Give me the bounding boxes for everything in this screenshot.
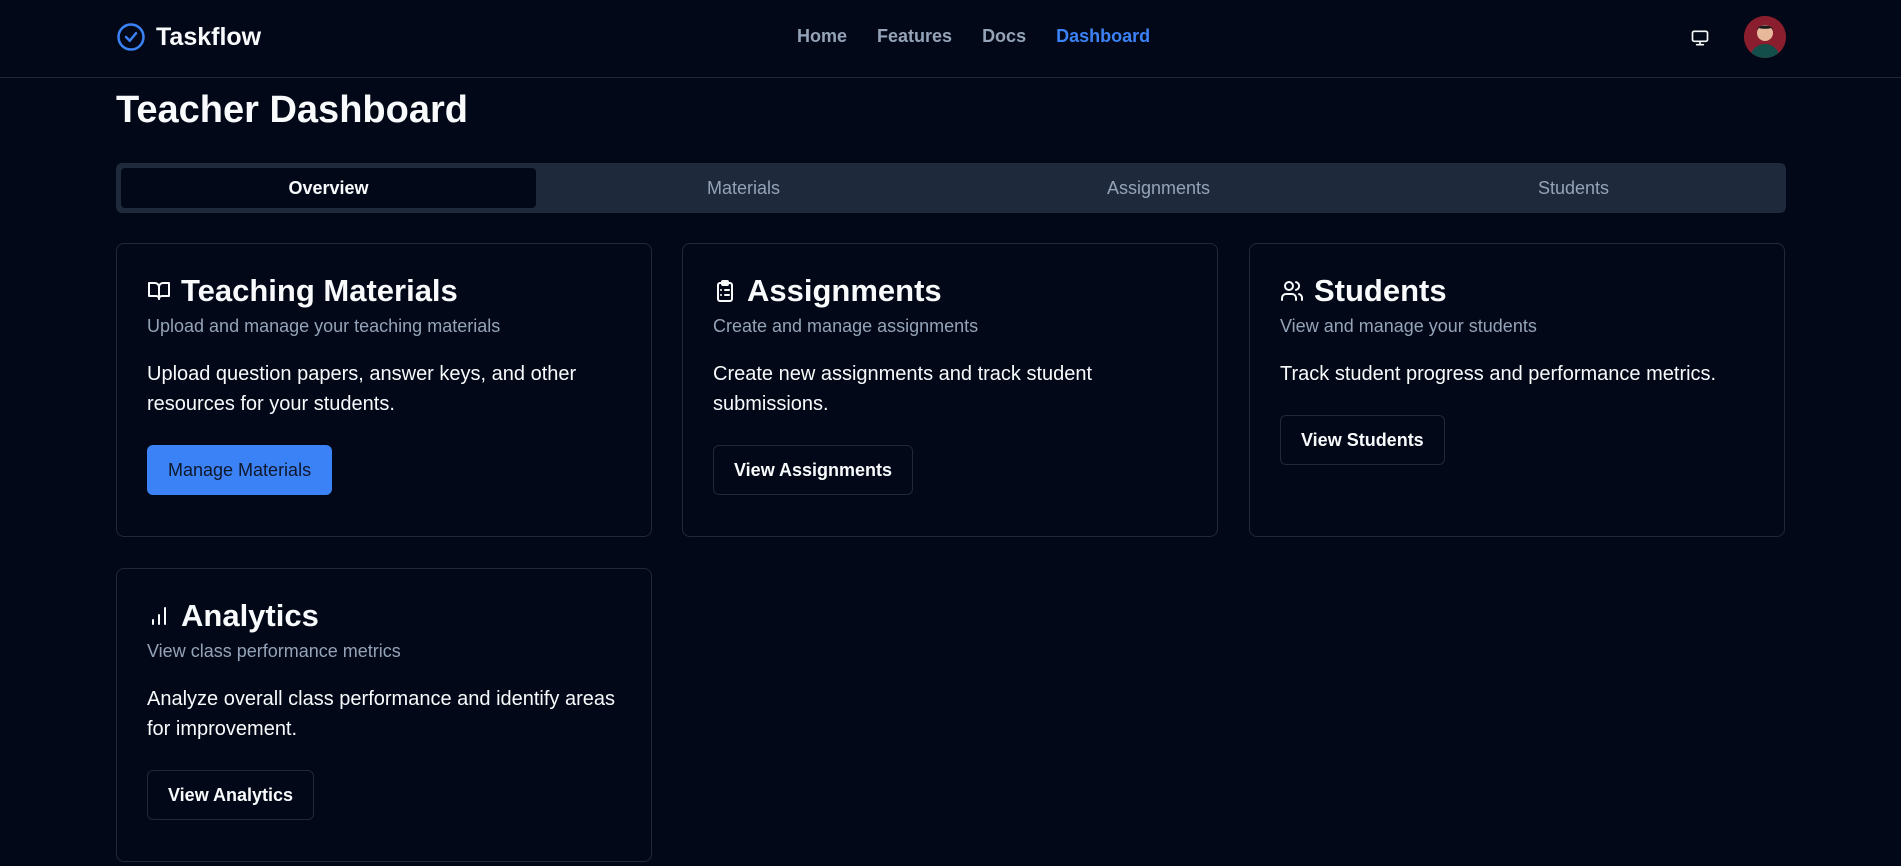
brand-name: Taskflow — [156, 22, 262, 51]
user-avatar[interactable] — [1744, 16, 1786, 58]
page-title: Teacher Dashboard — [116, 89, 468, 131]
brand-logo[interactable]: Taskflow — [116, 22, 261, 52]
tab-overview[interactable]: Overview — [121, 168, 536, 208]
card-title: Analytics — [181, 598, 319, 633]
tab-assignments[interactable]: Assignments — [951, 168, 1366, 208]
card-description: Track student progress and performance m… — [1280, 363, 1717, 385]
tab-materials[interactable]: Materials — [536, 168, 951, 208]
view-analytics-button[interactable]: View Analytics — [147, 770, 315, 820]
avatar-image — [1744, 16, 1786, 58]
card-subtitle: View and manage your students — [1280, 316, 1537, 336]
navbar: Taskflow Home Features Docs Dashboard — [0, 0, 1901, 78]
card-title: Assignments — [747, 273, 942, 308]
card-subtitle: Upload and manage your teaching material… — [147, 316, 501, 336]
clipboard-list-icon — [717, 280, 733, 302]
card-description: Upload question papers, answer keys, and… — [147, 363, 577, 415]
book-open-icon — [148, 282, 170, 300]
analytics-card: Analytics View class performance metrics… — [116, 568, 652, 862]
card-title: Teaching Materials — [181, 273, 458, 308]
nav-link-features[interactable]: Features — [877, 26, 952, 47]
monitor-icon — [1691, 30, 1709, 46]
card-description: Analyze overall class performance and id… — [147, 688, 616, 740]
check-circle-icon — [117, 23, 145, 51]
manage-materials-button[interactable]: Manage Materials — [147, 445, 333, 495]
view-assignments-button[interactable]: View Assignments — [713, 445, 914, 495]
assignments-card: Assignments Create and manage assignment… — [682, 243, 1218, 537]
card-subtitle: View class performance metrics — [147, 641, 401, 661]
main-nav: Home Features Docs Dashboard — [797, 26, 1150, 47]
dashboard-tabs: Overview Materials Assignments Students — [116, 163, 1786, 213]
card-title: Students — [1314, 273, 1447, 308]
nav-link-home[interactable]: Home — [797, 26, 847, 47]
theme-toggle-button[interactable] — [1686, 24, 1714, 52]
view-students-button[interactable]: View Students — [1280, 415, 1445, 465]
tab-students[interactable]: Students — [1366, 168, 1781, 208]
nav-link-docs[interactable]: Docs — [982, 26, 1026, 47]
card-description: Create new assignments and track student… — [713, 363, 1093, 415]
card-subtitle: Create and manage assignments — [713, 316, 979, 336]
nav-link-dashboard[interactable]: Dashboard — [1056, 26, 1150, 47]
students-card: Students View and manage your students T… — [1249, 243, 1785, 537]
teaching-materials-card: Teaching Materials Upload and manage you… — [116, 243, 652, 537]
users-icon — [1281, 281, 1304, 301]
bar-chart-icon — [152, 607, 166, 625]
